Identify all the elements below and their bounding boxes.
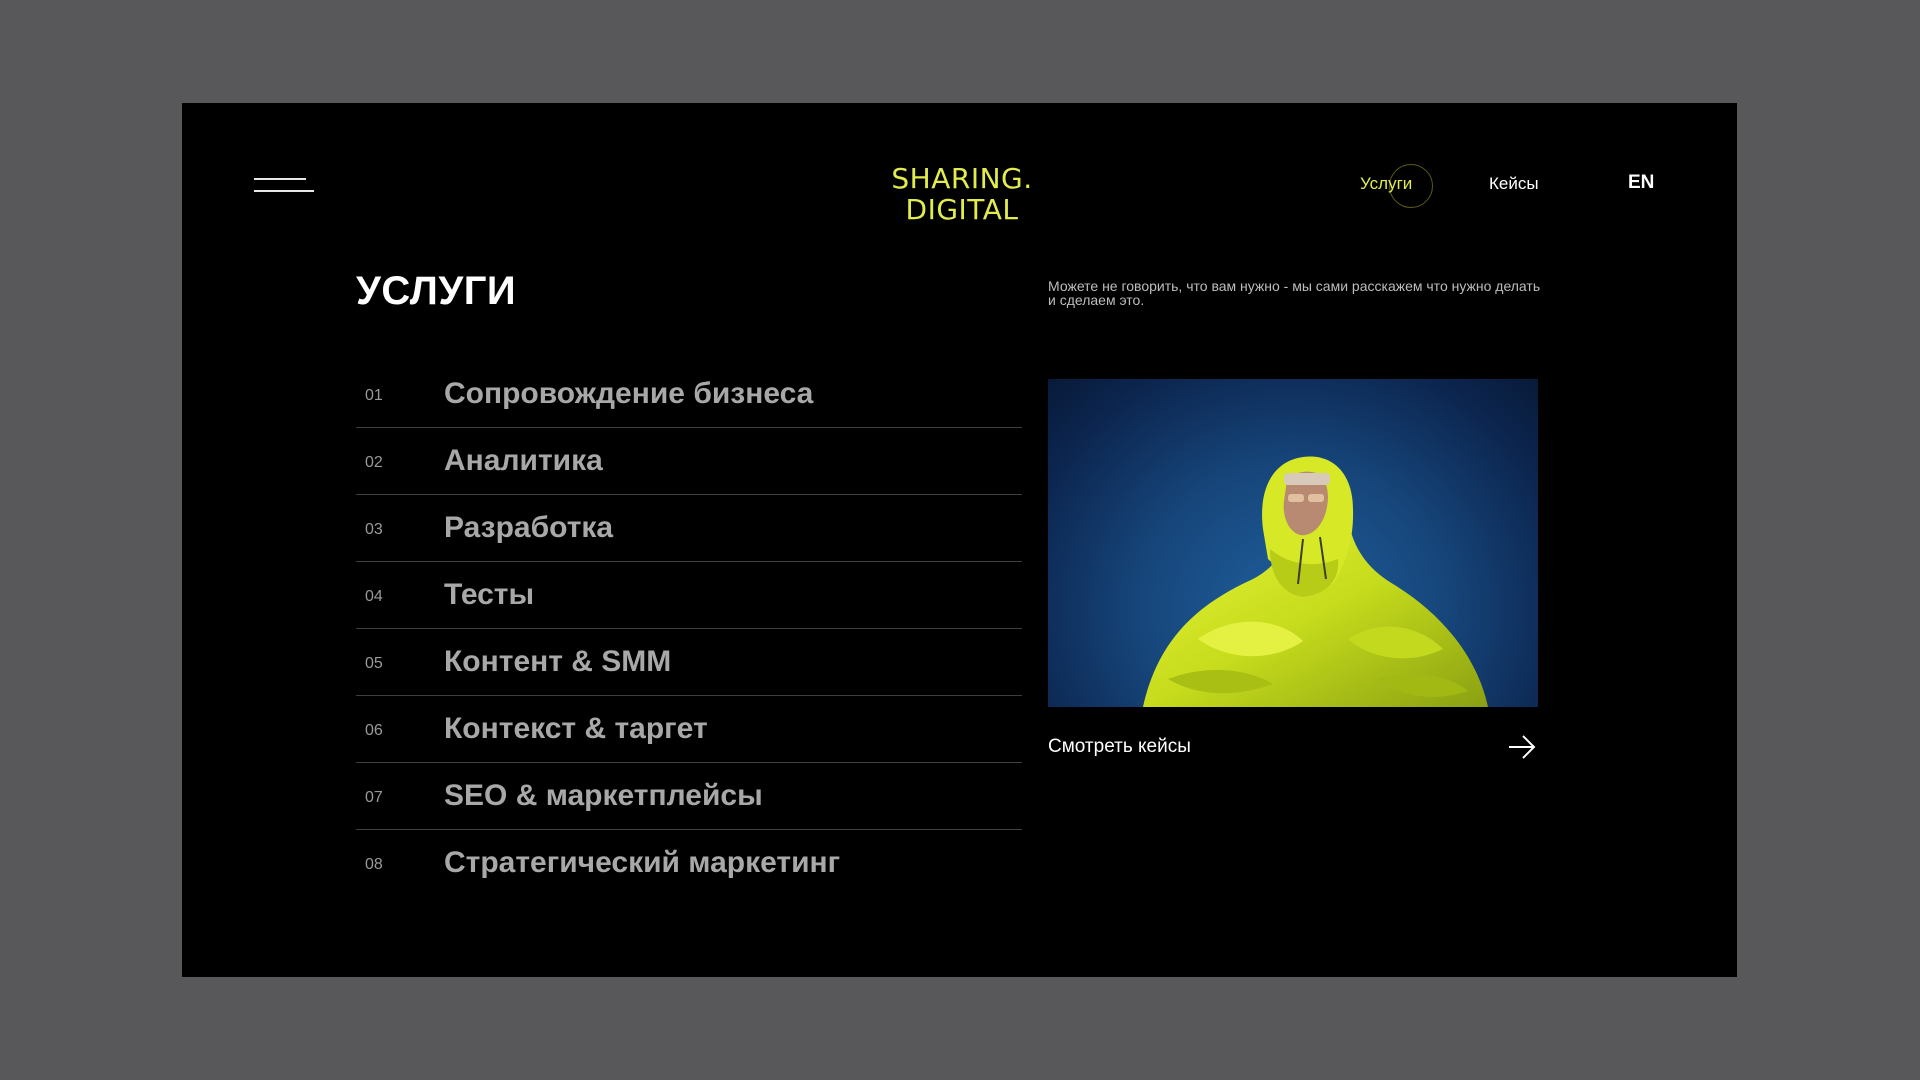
service-label: Разработка — [444, 511, 614, 544]
service-number: 08 — [365, 856, 383, 873]
arrow-right-icon[interactable] — [1506, 731, 1538, 763]
service-number: 03 — [365, 521, 383, 538]
service-list: 01 Сопровождение бизнеса 02 Аналитика 03… — [356, 361, 1022, 896]
page-description: Можете не говорить, что вам нужно - мы с… — [1048, 278, 1541, 308]
service-item[interactable]: 06 Контекст & таргет — [356, 696, 1022, 763]
service-number: 02 — [365, 454, 383, 471]
service-label: Контекст & таргет — [444, 712, 708, 745]
service-item[interactable]: 05 Контент & SMM — [356, 629, 1022, 696]
service-number: 04 — [365, 588, 383, 605]
nav-link-cases[interactable]: Кейсы — [1489, 174, 1539, 194]
service-item[interactable]: 03 Разработка — [356, 495, 1022, 562]
view-cases-label: Смотреть кейсы — [1048, 736, 1191, 757]
nav-link-services[interactable]: Услуги — [1360, 174, 1412, 194]
service-label: SEO & маркетплейсы — [444, 779, 763, 812]
service-label: Сопровождение бизнеса — [444, 377, 814, 410]
service-label: Аналитика — [444, 444, 603, 477]
page-title: УСЛУГИ — [356, 269, 517, 313]
page-frame: SHARING. DIGITAL Услуги Кейсы EN УСЛУГИ … — [182, 103, 1737, 977]
menu-icon-line-top — [254, 178, 306, 180]
service-item[interactable]: 02 Аналитика — [356, 428, 1022, 495]
service-label: Тесты — [444, 578, 535, 611]
service-number: 06 — [365, 722, 383, 739]
logo-line-2: DIGITAL — [905, 193, 1019, 226]
view-cases-link[interactable]: Смотреть кейсы — [1048, 729, 1538, 765]
service-number: 05 — [365, 655, 383, 672]
service-label: Контент & SMM — [444, 645, 672, 678]
language-switch[interactable]: EN — [1628, 172, 1654, 194]
logo[interactable]: SHARING. DIGITAL — [872, 163, 1052, 225]
service-item[interactable]: 04 Тесты — [356, 562, 1022, 629]
service-item[interactable]: 01 Сопровождение бизнеса — [356, 361, 1022, 428]
service-item[interactable]: 07 SEO & маркетплейсы — [356, 763, 1022, 830]
service-number: 07 — [365, 789, 383, 806]
menu-icon-line-bottom — [254, 190, 314, 192]
service-label: Стратегический маркетинг — [444, 846, 841, 879]
service-item[interactable]: 08 Стратегический маркетинг — [356, 830, 1022, 896]
hero-photo — [1048, 379, 1538, 707]
menu-icon[interactable] — [254, 176, 314, 198]
service-number: 01 — [365, 387, 383, 404]
hero-photo-illustration — [1143, 456, 1488, 707]
logo-line-1: SHARING. — [891, 162, 1033, 195]
